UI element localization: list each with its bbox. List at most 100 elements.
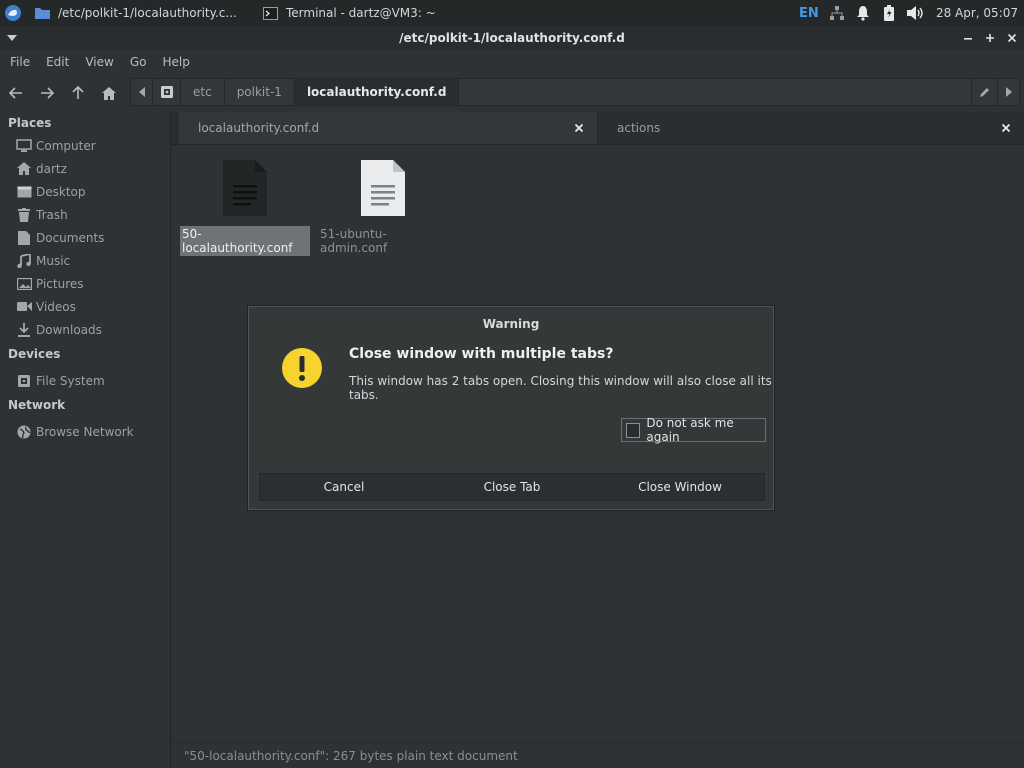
path-scroll-right-icon[interactable] [997,79,1019,105]
sidebar-item-documents[interactable]: Documents [0,226,170,249]
volume-icon[interactable] [902,0,928,26]
taskbar-item-label: /etc/polkit-1/localauthority.c... [58,6,237,20]
documents-icon [16,230,32,246]
menu-file[interactable]: File [2,55,38,69]
window-menu-icon[interactable] [4,30,20,46]
folder-icon [34,6,50,20]
cancel-button[interactable]: Cancel [260,474,428,500]
sidebar-header-places: Places [8,116,52,130]
sidebar-item-label: Music [36,253,71,268]
pencil-icon [979,88,989,97]
dialog-button-row: Cancel Close Tab Close Window [259,473,765,501]
sidebar-item-label: Videos [36,299,76,314]
path-scroll-left-icon[interactable] [131,79,153,105]
maximize-icon[interactable] [982,30,998,46]
close-tab-icon[interactable] [998,120,1014,136]
whisker-menu-button[interactable] [0,0,26,26]
sidebar-item-browse-network[interactable]: Browse Network [0,420,170,443]
checkbox-label: Do not ask me again [646,416,734,444]
taskbar-item-file-manager[interactable]: /etc/polkit-1/localauthority.c... [26,0,254,26]
status-bar: "50-localauthority.conf": 267 bytes plai… [172,742,1024,768]
checkbox-box[interactable] [626,422,641,438]
clock[interactable]: 28 Apr, 05:07 [928,6,1024,20]
sidebar-item-label: dartz [36,161,67,176]
text-file-icon [215,154,275,222]
close-window-button[interactable]: Close Window [596,474,764,500]
home-icon [101,86,116,100]
network-globe-icon [16,424,32,440]
taskbar-item-label: Terminal - dartz@VM3: ~ [286,6,436,20]
path-bar: etc polkit-1 localauthority.conf.d [130,78,1020,106]
menu-go[interactable]: Go [122,55,155,69]
tab-localauthority-conf-d[interactable]: localauthority.conf.d [177,112,598,144]
close-tab-button[interactable]: Close Tab [428,474,596,500]
sidebar-item-dartz[interactable]: dartz [0,157,170,180]
toolbar: etc polkit-1 localauthority.conf.d [0,76,1024,110]
close-window-icon[interactable] [1004,30,1020,46]
arrow-up-icon [71,86,84,99]
breadcrumb-etc[interactable]: etc [181,79,225,105]
breadcrumb-polkit-1[interactable]: polkit-1 [225,79,295,105]
pictures-icon [16,276,32,292]
tab-label: actions [617,121,661,135]
back-button[interactable] [0,78,31,108]
computer-icon [16,138,32,154]
breadcrumb-localauthority-conf-d[interactable]: localauthority.conf.d [294,79,460,105]
sidebar-item-downloads[interactable]: Downloads [0,318,170,341]
sidebar-item-label: File System [36,373,105,388]
minimize-icon[interactable] [960,30,976,46]
window-titlebar[interactable]: /etc/polkit-1/localauthority.conf.d [0,26,1024,50]
music-icon [16,253,32,269]
text-file-icon [353,154,413,222]
window-title: /etc/polkit-1/localauthority.conf.d [399,31,625,45]
root-drive-icon[interactable] [153,79,181,105]
arrow-right-icon [40,87,54,99]
keyboard-layout-indicator[interactable]: EN [794,0,824,26]
sidebar-item-label: Browse Network [36,424,134,439]
edit-location-button[interactable] [971,79,997,105]
file-name: 51-ubuntu-admin.conf [320,227,388,255]
network-icon[interactable] [824,0,850,26]
battery-charging-icon[interactable] [876,0,902,26]
do-not-ask-checkbox[interactable]: Do not ask me again [621,416,766,444]
tab-actions[interactable]: actions [597,112,1024,144]
sidebar-item-label: Documents [36,230,105,245]
dialog-title: Warning [482,317,540,331]
file-item[interactable]: 50-localauthority.conf [180,146,310,256]
sidebar-item-label: Trash [36,207,68,222]
sidebar-item-music[interactable]: Music [0,249,170,272]
home-icon [16,161,32,177]
sidebar-item-videos[interactable]: Videos [0,295,170,318]
terminal-icon [262,6,278,20]
sidebar-item-computer[interactable]: Computer [0,134,170,157]
up-button[interactable] [62,78,93,108]
sidebar-header-network: Network [8,398,66,412]
sidebar: Places Computer dartz Desktop Trash Docu… [0,112,171,768]
tab-bar: actions localauthority.conf.d [171,112,1024,145]
trash-icon [16,207,32,223]
xfce-mouse-icon [5,5,21,21]
dialog-message: This window has 2 tabs open. Closing thi… [349,374,772,402]
close-tab-icon[interactable] [571,120,587,136]
warning-dialog: Warning Close window with multiple tabs?… [248,306,774,510]
menubar: File Edit View Go Help [0,50,1024,74]
videos-icon [16,299,32,315]
forward-button[interactable] [31,78,62,108]
home-button[interactable] [93,78,124,108]
sidebar-item-file-system[interactable]: File System [0,369,170,392]
taskbar-item-terminal[interactable]: Terminal - dartz@VM3: ~ [254,0,444,26]
menu-edit[interactable]: Edit [38,55,77,69]
desktop-icon [16,184,32,200]
window-controls [960,26,1020,50]
sidebar-item-trash[interactable]: Trash [0,203,170,226]
sidebar-item-pictures[interactable]: Pictures [0,272,170,295]
sidebar-item-desktop[interactable]: Desktop [0,180,170,203]
notification-bell-icon[interactable] [850,0,876,26]
sidebar-item-label: Computer [36,138,96,153]
arrow-left-icon [8,87,22,99]
drive-icon [16,373,32,389]
system-tray: EN 28 Apr, 05:07 [794,0,1024,26]
menu-help[interactable]: Help [154,55,197,69]
file-item[interactable]: 51-ubuntu-admin.conf [318,146,448,256]
menu-view[interactable]: View [77,55,121,69]
